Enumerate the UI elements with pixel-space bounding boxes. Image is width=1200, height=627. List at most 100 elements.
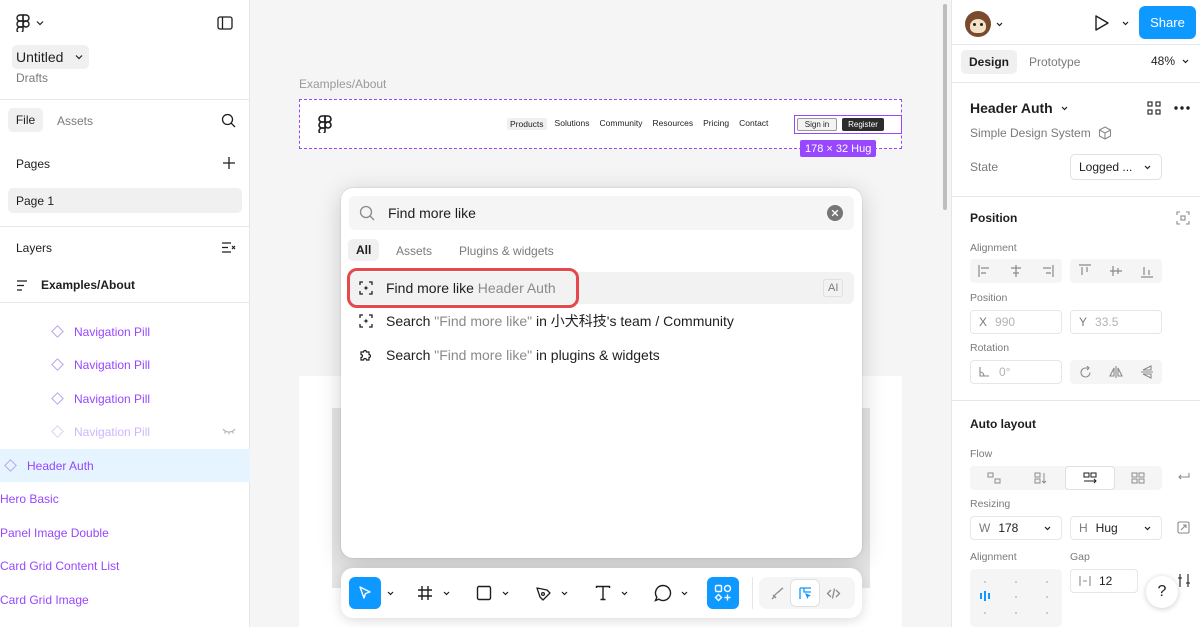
layer-row-selected[interactable]: Header Auth <box>0 449 250 482</box>
draw-mode-button[interactable] <box>763 580 791 606</box>
tab-all[interactable]: All <box>348 239 380 261</box>
layer-row[interactable]: Hero Basic <box>0 482 250 515</box>
actions-button[interactable] <box>707 577 739 609</box>
chevron-down-icon[interactable] <box>387 591 394 596</box>
layer-row[interactable]: Panel Image Double <box>0 516 250 549</box>
flow-vertical-button[interactable] <box>1018 466 1066 490</box>
width-field[interactable]: W 178 <box>970 516 1062 540</box>
flow-grid-button[interactable] <box>1115 466 1163 490</box>
hidden-eye-icon[interactable] <box>222 428 236 436</box>
flip-horizontal-button[interactable] <box>1101 360 1132 384</box>
page-item[interactable]: Page 1 <box>8 188 242 213</box>
gap-field[interactable]: 12 <box>1070 569 1138 593</box>
flow-freeform-button[interactable] <box>970 466 1018 490</box>
help-button[interactable]: ? <box>1146 576 1178 608</box>
nav-pill[interactable]: Products <box>507 118 547 130</box>
zoom-value: 48% <box>1151 54 1176 68</box>
sidebar-toggle-icon[interactable] <box>217 16 233 30</box>
result-search-team[interactable]: Search "Find more like" in 小犬科技's team /… <box>347 305 854 337</box>
sign-in-button[interactable]: Sign in <box>797 118 837 131</box>
tab-assets[interactable]: Assets <box>396 244 432 258</box>
y-label: Y <box>1079 315 1088 329</box>
layer-row[interactable]: Card Grid Content List <box>0 549 250 582</box>
layer-row[interactable]: Navigation Pill <box>0 382 250 415</box>
main-menu-button[interactable] <box>16 14 44 32</box>
constraints-icon[interactable] <box>1176 211 1190 225</box>
file-name-button[interactable]: Untitled <box>12 45 90 69</box>
more-options-icon[interactable] <box>1174 106 1190 110</box>
register-button[interactable]: Register <box>842 118 884 131</box>
nav-pill[interactable]: Contact <box>739 118 768 130</box>
align-left-button[interactable] <box>970 259 1001 283</box>
flip-vertical-button[interactable] <box>1131 360 1162 384</box>
search-field[interactable]: Find more like <box>349 196 854 230</box>
align-bottom-button[interactable] <box>1131 259 1162 283</box>
tab-prototype[interactable]: Prototype <box>1029 55 1080 69</box>
chevron-down-icon[interactable] <box>443 591 450 596</box>
nav-pill[interactable]: Pricing <box>703 118 729 130</box>
alignment-matrix[interactable] <box>970 569 1062 627</box>
chevron-down-icon[interactable] <box>1122 21 1129 26</box>
layers-list-icon[interactable] <box>221 241 236 254</box>
auth-selection[interactable]: Sign in Register <box>794 115 902 134</box>
chevron-down-icon[interactable] <box>621 591 628 596</box>
chevron-down-icon[interactable] <box>681 591 688 596</box>
rotation-field[interactable]: 0° <box>970 360 1062 384</box>
align-middle-button[interactable] <box>1101 259 1132 283</box>
align-center-h-button[interactable] <box>1001 259 1032 283</box>
layer-row[interactable]: Navigation Pill <box>0 315 250 348</box>
zoom-dropdown[interactable]: 48% <box>1151 54 1189 68</box>
tab-plugins-widgets[interactable]: Plugins & widgets <box>459 244 554 258</box>
text-tool[interactable] <box>595 577 628 609</box>
flow-horizontal-button[interactable] <box>1065 466 1115 490</box>
share-button[interactable]: Share <box>1139 6 1196 39</box>
wrap-icon[interactable] <box>1177 472 1190 483</box>
clip-content-icon[interactable] <box>1177 521 1190 534</box>
chevron-down-icon[interactable] <box>561 591 568 596</box>
dev-mode-button[interactable] <box>819 580 847 606</box>
layer-frame[interactable]: Examples/About <box>16 278 135 292</box>
nav-pill[interactable]: Community <box>600 118 643 130</box>
chevron-down-icon[interactable] <box>502 591 509 596</box>
rotate-button[interactable] <box>1070 360 1101 384</box>
present-play-icon[interactable] <box>1092 14 1110 32</box>
y-field[interactable]: Y 33.5 <box>1070 310 1162 334</box>
shape-tool[interactable] <box>476 577 509 609</box>
header-auth-frame[interactable]: Products Solutions Community Resources P… <box>299 99 902 157</box>
move-tool-button[interactable] <box>349 577 381 609</box>
pen-tool[interactable] <box>535 577 568 609</box>
chevron-down-icon <box>76 55 83 60</box>
search-icon[interactable] <box>221 113 236 128</box>
align-right-button[interactable] <box>1031 259 1062 283</box>
pen-icon <box>536 586 551 601</box>
nav-pill[interactable]: Solutions <box>555 118 590 130</box>
x-field[interactable]: X 990 <box>970 310 1062 334</box>
frame-tool[interactable] <box>417 577 450 609</box>
height-field[interactable]: H Hug <box>1070 516 1162 540</box>
user-menu[interactable] <box>965 11 1003 37</box>
vertical-scrollbar[interactable] <box>943 4 947 210</box>
padding-settings-icon[interactable] <box>1177 574 1191 587</box>
move-tool[interactable] <box>349 577 394 609</box>
tab-design[interactable]: Design <box>961 50 1018 74</box>
add-page-icon[interactable] <box>222 156 236 170</box>
position-label: Position <box>970 292 1008 304</box>
layer-row[interactable]: Card Grid Image <box>0 583 250 616</box>
frame-label[interactable]: Examples/About <box>299 77 386 91</box>
tab-assets[interactable]: Assets <box>57 114 93 128</box>
nav-pill[interactable]: Resources <box>653 118 694 130</box>
state-select[interactable]: Logged ... <box>1070 154 1162 180</box>
actions-tool[interactable] <box>707 577 739 609</box>
tab-file[interactable]: File <box>8 108 43 132</box>
component-name-dropdown[interactable]: Header Auth <box>970 100 1068 116</box>
layer-row-hidden[interactable]: Navigation Pill <box>0 415 250 448</box>
layer-row[interactable]: Navigation Pill <box>0 348 250 381</box>
component-grid-icon[interactable] <box>1147 101 1161 115</box>
align-top-button[interactable] <box>1070 259 1101 283</box>
search-popup: Find more like All Assets Plugins & widg… <box>341 188 862 558</box>
result-search-plugins[interactable]: Search "Find more like" in plugins & wid… <box>347 339 854 371</box>
search-query[interactable]: Find more like <box>388 205 476 221</box>
clear-search-icon[interactable] <box>827 205 843 221</box>
comment-tool[interactable] <box>654 577 688 609</box>
design-mode-button[interactable] <box>791 580 819 606</box>
